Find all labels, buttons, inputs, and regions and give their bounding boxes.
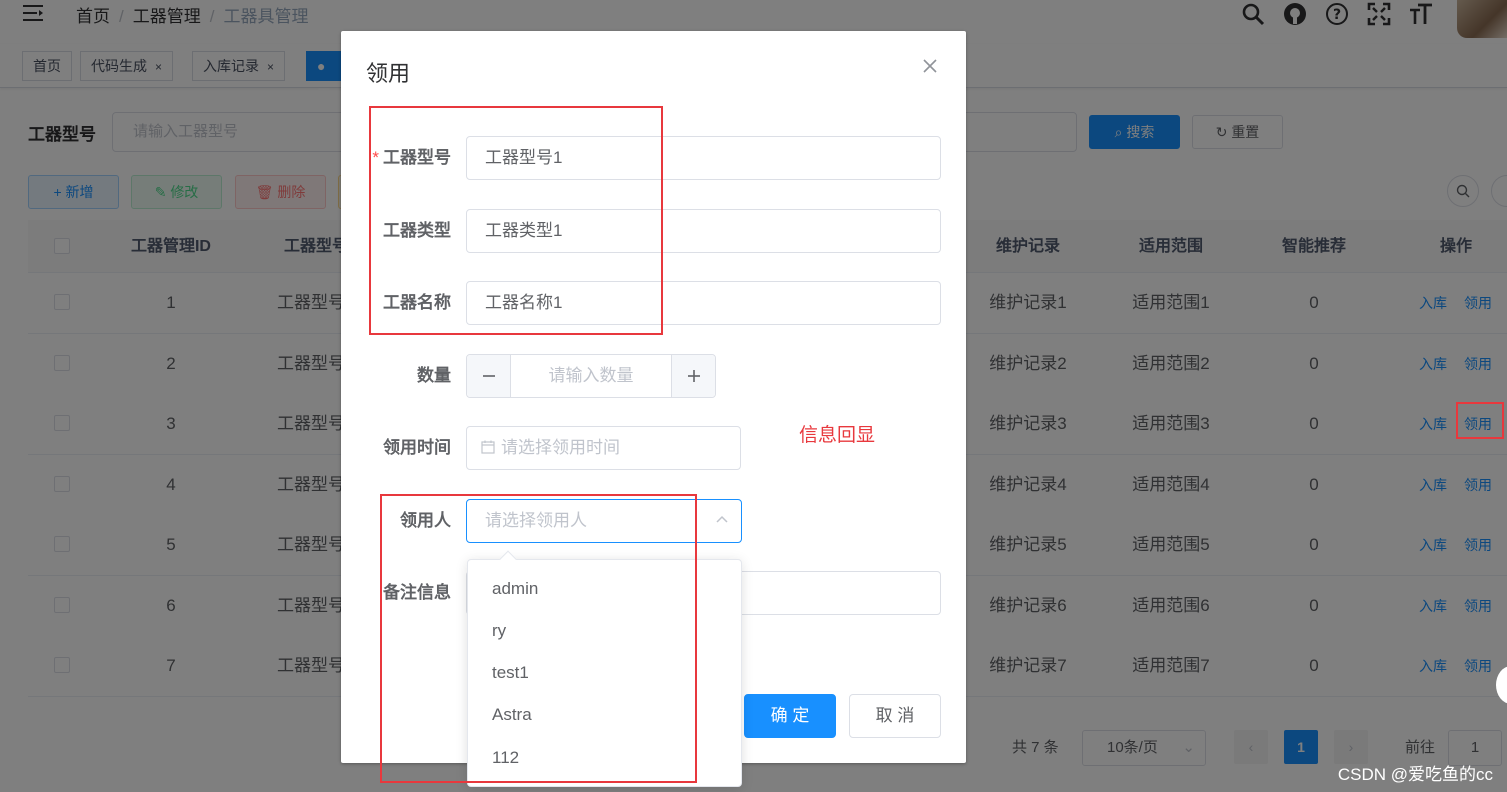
cancel-button[interactable]: 取 消 bbox=[849, 694, 941, 738]
form-label-time: 领用时间 bbox=[383, 438, 451, 457]
quantity-stepper: 请输入数量 bbox=[466, 354, 716, 398]
form-label-quantity: 数量 bbox=[417, 366, 451, 385]
quantity-input[interactable]: 请输入数量 bbox=[511, 355, 671, 397]
minus-icon[interactable] bbox=[467, 355, 511, 397]
plus-icon[interactable] bbox=[671, 355, 715, 397]
annotation-box-dropdown bbox=[380, 494, 697, 783]
watermark: CSDN @爱吃鱼的cc bbox=[1337, 765, 1493, 784]
calendar-icon bbox=[481, 428, 495, 470]
chevron-up-icon bbox=[715, 500, 729, 542]
annotation-box-borrow-link bbox=[1456, 402, 1504, 439]
close-icon[interactable] bbox=[921, 57, 939, 75]
annotation-text: 信息回显 bbox=[799, 425, 876, 446]
dialog-title: 领用 bbox=[366, 61, 411, 86]
borrow-time-picker[interactable]: 请选择领用时间 bbox=[466, 426, 741, 470]
confirm-button[interactable]: 确 定 bbox=[744, 694, 836, 738]
annotation-box-fields bbox=[369, 106, 663, 335]
